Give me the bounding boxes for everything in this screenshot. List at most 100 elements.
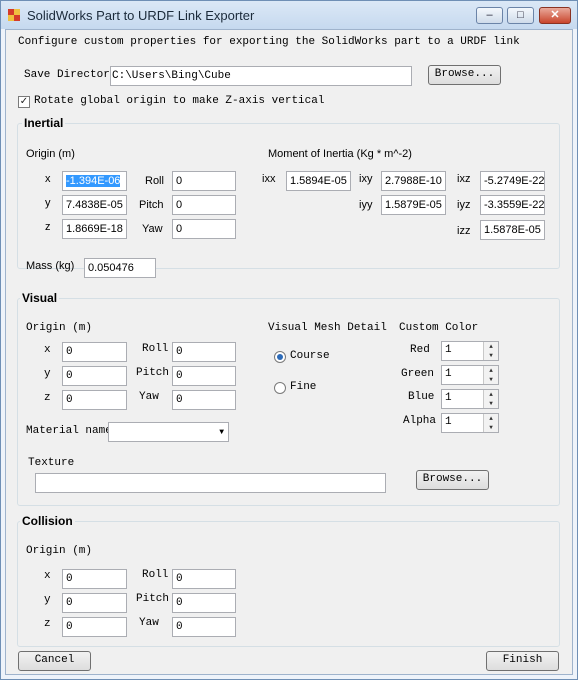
inertial-yaw-label: Yaw — [142, 223, 163, 235]
inertial-y-input[interactable]: 7.4838E-05 — [62, 195, 127, 215]
visual-roll-input[interactable]: 0 — [172, 342, 236, 362]
collision-y-label: y — [44, 594, 51, 606]
inertial-x-input[interactable]: -1.394E-06 — [62, 171, 127, 191]
blue-spinner[interactable]: 1 ▲ ▼ — [441, 389, 499, 409]
visual-x-input[interactable]: 0 — [62, 342, 127, 362]
izz-input[interactable]: 1.5878E-05 — [480, 220, 545, 240]
material-name-dropdown[interactable]: ▼ — [108, 422, 229, 442]
red-spinner[interactable]: 1 ▲ ▼ — [441, 341, 499, 361]
visual-y-label: y — [44, 368, 51, 380]
iyz-label: iyz — [457, 199, 471, 211]
inertial-x-label: x — [45, 173, 51, 185]
visual-x-label: x — [44, 344, 51, 356]
inertial-group-title: Inertial — [22, 116, 66, 130]
spin-up-icon[interactable]: ▲ — [484, 390, 498, 399]
spin-down-icon[interactable]: ▼ — [484, 375, 498, 384]
visual-z-label: z — [44, 392, 51, 404]
alpha-label: Alpha — [403, 415, 437, 427]
texture-label: Texture — [28, 457, 75, 469]
inertial-roll-label: Roll — [145, 175, 164, 187]
save-directory-label: Save Directory — [24, 69, 117, 81]
inertial-roll-input[interactable]: 0 — [172, 171, 236, 191]
spin-up-icon[interactable]: ▲ — [484, 366, 498, 375]
collision-x-input[interactable]: 0 — [62, 569, 127, 589]
cancel-button[interactable]: Cancel — [18, 651, 91, 671]
fine-radio[interactable] — [274, 382, 286, 394]
rotate-origin-label: Rotate global origin to make Z-axis vert… — [34, 95, 325, 107]
collision-x-label: x — [44, 570, 51, 582]
solidworks-icon — [7, 8, 21, 22]
visual-pitch-input[interactable]: 0 — [172, 366, 236, 386]
green-spinner[interactable]: 1 ▲ ▼ — [441, 365, 499, 385]
ixx-input[interactable]: 1.5894E-05 — [286, 171, 351, 191]
moment-of-inertia-label: Moment of Inertia (Kg * m^-2) — [268, 148, 412, 160]
mesh-detail-label: Visual Mesh Detail — [268, 322, 387, 334]
inertial-origin-label: Origin (m) — [26, 148, 75, 160]
instruction-text: Configure custom properties for exportin… — [18, 36, 520, 48]
chevron-down-icon[interactable]: ▼ — [219, 426, 224, 440]
iyz-input[interactable]: -3.3559E-22 — [480, 195, 545, 215]
inertial-yaw-input[interactable]: 0 — [172, 219, 236, 239]
maximize-button[interactable]: □ — [507, 7, 534, 24]
save-directory-browse-button[interactable]: Browse... — [428, 65, 501, 85]
material-name-label: Material name — [26, 425, 112, 437]
spin-up-icon[interactable]: ▲ — [484, 342, 498, 351]
save-directory-input[interactable]: C:\Users\Bing\Cube — [110, 66, 412, 86]
izz-label: izz — [457, 225, 471, 237]
spin-down-icon[interactable]: ▼ — [484, 423, 498, 432]
visual-y-input[interactable]: 0 — [62, 366, 127, 386]
ixy-input[interactable]: 2.7988E-10 — [381, 171, 446, 191]
ixz-label: ixz — [457, 173, 471, 185]
spin-down-icon[interactable]: ▼ — [484, 351, 498, 360]
mass-label: Mass (kg) — [26, 260, 75, 272]
alpha-value: 1 — [445, 416, 452, 428]
texture-browse-button[interactable]: Browse... — [416, 470, 489, 490]
mass-input[interactable]: 0.050476 — [84, 258, 156, 278]
inertial-pitch-input[interactable]: 0 — [172, 195, 236, 215]
ixz-input[interactable]: -5.2749E-22 — [480, 171, 545, 191]
collision-roll-label: Roll — [142, 569, 169, 581]
visual-origin-label: Origin (m) — [26, 322, 93, 334]
visual-pitch-label: Pitch — [136, 367, 170, 379]
rotate-origin-checkbox[interactable]: ✓ — [18, 96, 30, 108]
collision-yaw-input[interactable]: 0 — [172, 617, 236, 637]
ixy-label: ixy — [359, 173, 373, 185]
collision-z-input[interactable]: 0 — [62, 617, 127, 637]
green-value: 1 — [445, 368, 452, 380]
course-radio[interactable] — [274, 351, 286, 363]
visual-roll-label: Roll — [142, 343, 169, 355]
close-button[interactable]: ✕ — [539, 7, 571, 24]
inertial-pitch-label: Pitch — [139, 199, 164, 211]
inertial-x-value: -1.394E-06 — [66, 175, 121, 187]
green-label: Green — [401, 368, 435, 380]
collision-group-title: Collision — [20, 514, 75, 528]
alpha-spinner[interactable]: 1 ▲ ▼ — [441, 413, 499, 433]
red-label: Red — [410, 344, 430, 356]
collision-roll-input[interactable]: 0 — [172, 569, 236, 589]
collision-pitch-input[interactable]: 0 — [172, 593, 236, 613]
spin-up-icon[interactable]: ▲ — [484, 414, 498, 423]
visual-group-title: Visual — [20, 291, 60, 305]
custom-color-label: Custom Color — [399, 322, 479, 334]
inertial-y-label: y — [45, 197, 51, 209]
exporter-window: SolidWorks Part to URDF Link Exporter – … — [0, 0, 578, 680]
iyy-input[interactable]: 1.5879E-05 — [381, 195, 446, 215]
collision-pitch-label: Pitch — [136, 593, 170, 605]
visual-z-input[interactable]: 0 — [62, 390, 127, 410]
blue-value: 1 — [445, 392, 452, 404]
collision-yaw-label: Yaw — [139, 617, 159, 629]
visual-yaw-input[interactable]: 0 — [172, 390, 236, 410]
spin-down-icon[interactable]: ▼ — [484, 399, 498, 408]
window-title: SolidWorks Part to URDF Link Exporter — [27, 8, 255, 23]
minimize-button[interactable]: – — [476, 7, 503, 24]
collision-y-input[interactable]: 0 — [62, 593, 127, 613]
course-label: Course — [290, 350, 330, 362]
finish-button[interactable]: Finish — [486, 651, 559, 671]
texture-input[interactable] — [35, 473, 386, 493]
title-bar[interactable]: SolidWorks Part to URDF Link Exporter – … — [1, 1, 577, 29]
inertial-z-input[interactable]: 1.8669E-18 — [62, 219, 127, 239]
inertial-z-label: z — [45, 221, 51, 233]
blue-label: Blue — [408, 391, 435, 403]
red-value: 1 — [445, 344, 452, 356]
iyy-label: iyy — [359, 199, 373, 211]
